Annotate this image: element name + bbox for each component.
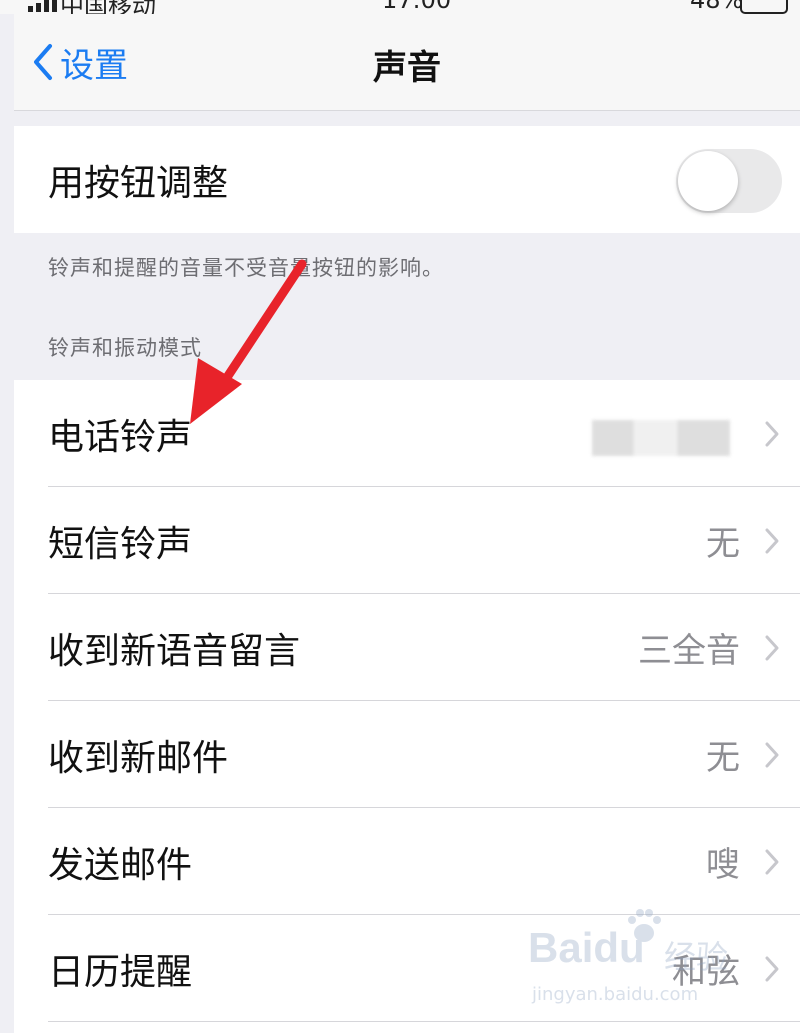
list-item-calendar-alert[interactable]: 日历提醒 和弦: [14, 915, 800, 1022]
button-adjust-row: 用按钮调整: [14, 126, 800, 233]
button-adjust-label: 用按钮调整: [48, 162, 229, 204]
list-item-label: 电话铃声: [48, 416, 193, 458]
blurred-value: [592, 420, 730, 456]
toggle-knob: [678, 151, 738, 211]
signal-icon: [28, 0, 57, 12]
sounds-list: 电话铃声 短信铃声 无 收到新语音留言 三全音 收到新邮件 无 发送邮件 嗖 日…: [14, 380, 800, 1033]
list-item-new-voicemail[interactable]: 收到新语音留言 三全音: [14, 594, 800, 701]
list-item-sent-mail[interactable]: 发送邮件 嗖: [14, 808, 800, 915]
battery-percent: 48%: [690, 0, 744, 14]
list-item-label: 发送邮件: [48, 844, 193, 886]
list-item-value: 和弦: [672, 952, 740, 992]
status-time: 17:00: [382, 0, 452, 14]
volume-footnote: 铃声和提醒的音量不受音量按钮的影响。: [48, 256, 444, 280]
battery-icon: [740, 0, 788, 14]
chevron-right-icon: [765, 528, 779, 554]
chevron-right-icon: [765, 849, 779, 875]
list-item-sms-tone[interactable]: 短信铃声 无: [14, 487, 800, 594]
list-item-label: 短信铃声: [48, 523, 193, 565]
carrier-label: 中国移动: [60, 0, 156, 14]
list-item-label: 日历提醒: [48, 951, 193, 993]
chevron-right-icon: [765, 956, 779, 982]
list-item-value: 嗖: [706, 845, 740, 885]
list-item-label: 收到新邮件: [48, 737, 229, 779]
row-divider: [48, 1021, 800, 1022]
list-item-value: 无: [706, 524, 740, 564]
list-item-ringtone[interactable]: 电话铃声: [14, 380, 800, 487]
list-item-label: 收到新语音留言: [48, 630, 301, 672]
status-bar: 中国移动 17:00 48%: [0, 0, 800, 14]
chevron-right-icon: [765, 742, 779, 768]
button-adjust-toggle[interactable]: [676, 149, 782, 213]
chevron-right-icon: [765, 635, 779, 661]
page-title: 声音: [373, 48, 441, 88]
button-adjust-group: 用按钮调整: [14, 126, 800, 233]
list-item-new-mail[interactable]: 收到新邮件 无: [14, 701, 800, 808]
navigation-bar: 设置 声音: [14, 14, 800, 111]
list-item-value: 无: [706, 738, 740, 778]
chevron-right-icon: [765, 421, 779, 447]
list-item-value: 三全音: [638, 631, 740, 671]
section-header-ringtone: 铃声和振动模式: [48, 336, 202, 360]
